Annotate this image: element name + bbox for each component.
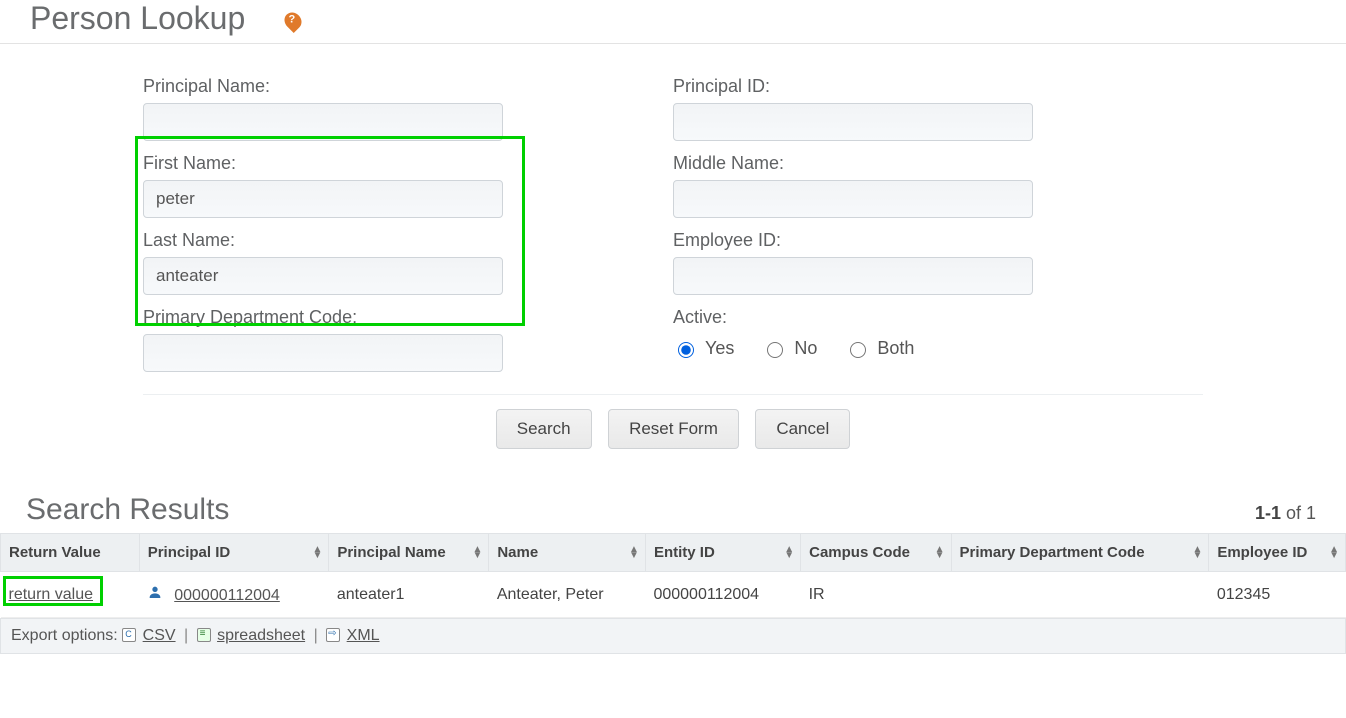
results-title: Search Results (26, 493, 229, 527)
sort-icon: ▲▼ (629, 547, 639, 559)
separator: | (184, 627, 188, 644)
active-no-option[interactable]: No (762, 338, 817, 359)
cell-primary-dept (951, 572, 1209, 618)
csv-icon (122, 628, 136, 642)
export-xml-link[interactable]: XML (347, 627, 380, 644)
principal-name-input[interactable] (143, 103, 503, 141)
first-name-input[interactable] (143, 180, 503, 218)
reset-button[interactable]: Reset Form (608, 409, 739, 449)
export-label: Export options: (11, 627, 118, 644)
active-both-label: Both (877, 338, 914, 359)
table-row: return value 000000112004 anteater1 Ante… (1, 572, 1346, 618)
cell-principal-name: anteater1 (329, 572, 489, 618)
active-both-radio[interactable] (850, 342, 866, 358)
cell-campus-code: IR (801, 572, 951, 618)
col-return-value-label: Return Value (9, 544, 101, 561)
active-label: Active: (673, 307, 1181, 328)
col-campus-code-label: Campus Code (809, 544, 910, 561)
last-name-label: Last Name: (143, 230, 651, 251)
col-principal-id-label: Principal ID (148, 544, 231, 561)
col-primary-dept-label: Primary Department Code (960, 544, 1145, 561)
form-divider (143, 394, 1203, 395)
active-yes-option[interactable]: Yes (673, 338, 734, 359)
principal-id-link[interactable]: 000000112004 (174, 587, 280, 604)
col-name-label: Name (497, 544, 538, 561)
search-button[interactable]: Search (496, 409, 592, 449)
col-return-value[interactable]: Return Value (1, 534, 140, 572)
page-title: Person Lookup (30, 0, 245, 37)
principal-id-label: Principal ID: (673, 76, 1181, 97)
search-form: Principal Name: Principal ID: First Name… (143, 56, 1203, 473)
results-count-range: 1-1 (1255, 503, 1281, 523)
active-yes-radio[interactable] (678, 342, 694, 358)
sort-icon: ▲▼ (935, 547, 945, 559)
export-spreadsheet-link[interactable]: spreadsheet (217, 627, 305, 644)
col-employee-id[interactable]: Employee ID ▲▼ (1209, 534, 1346, 572)
col-primary-dept[interactable]: Primary Department Code ▲▼ (951, 534, 1209, 572)
help-icon[interactable] (281, 8, 305, 32)
employee-id-input[interactable] (673, 257, 1033, 295)
principal-id-input[interactable] (673, 103, 1033, 141)
cell-name: Anteater, Peter (489, 572, 646, 618)
export-bar: Export options: CSV | spreadsheet | XML (0, 618, 1346, 654)
col-name[interactable]: Name ▲▼ (489, 534, 646, 572)
return-value-link[interactable]: return value (9, 586, 94, 603)
results-count-total: of 1 (1281, 503, 1316, 523)
col-principal-name[interactable]: Principal Name ▲▼ (329, 534, 489, 572)
results-table: Return Value Principal ID ▲▼ Principal Na… (0, 533, 1346, 618)
middle-name-label: Middle Name: (673, 153, 1181, 174)
col-principal-id[interactable]: Principal ID ▲▼ (139, 534, 329, 572)
sort-icon: ▲▼ (312, 547, 322, 559)
export-csv-link[interactable]: CSV (143, 627, 176, 644)
active-no-label: No (794, 338, 817, 359)
primary-dept-input[interactable] (143, 334, 503, 372)
primary-dept-label: Primary Department Code: (143, 307, 651, 328)
last-name-input[interactable] (143, 257, 503, 295)
principal-name-label: Principal Name: (143, 76, 651, 97)
cancel-button[interactable]: Cancel (755, 409, 850, 449)
cell-entity-id: 000000112004 (645, 572, 800, 618)
col-campus-code[interactable]: Campus Code ▲▼ (801, 534, 951, 572)
employee-id-label: Employee ID: (673, 230, 1181, 251)
active-no-radio[interactable] (767, 342, 783, 358)
person-icon (147, 584, 168, 604)
active-yes-label: Yes (705, 338, 734, 359)
col-entity-id-label: Entity ID (654, 544, 715, 561)
active-both-option[interactable]: Both (845, 338, 914, 359)
sort-icon: ▲▼ (1192, 547, 1202, 559)
middle-name-input[interactable] (673, 180, 1033, 218)
separator: | (314, 627, 318, 644)
col-entity-id[interactable]: Entity ID ▲▼ (645, 534, 800, 572)
xml-icon (326, 628, 340, 642)
col-employee-id-label: Employee ID (1217, 544, 1307, 561)
first-name-label: First Name: (143, 153, 651, 174)
sort-icon: ▲▼ (784, 547, 794, 559)
sort-icon: ▲▼ (1329, 547, 1339, 559)
sort-icon: ▲▼ (472, 547, 482, 559)
col-principal-name-label: Principal Name (337, 544, 445, 561)
spreadsheet-icon (197, 628, 211, 642)
cell-employee-id: 012345 (1209, 572, 1346, 618)
results-count: 1-1 of 1 (1255, 503, 1316, 524)
